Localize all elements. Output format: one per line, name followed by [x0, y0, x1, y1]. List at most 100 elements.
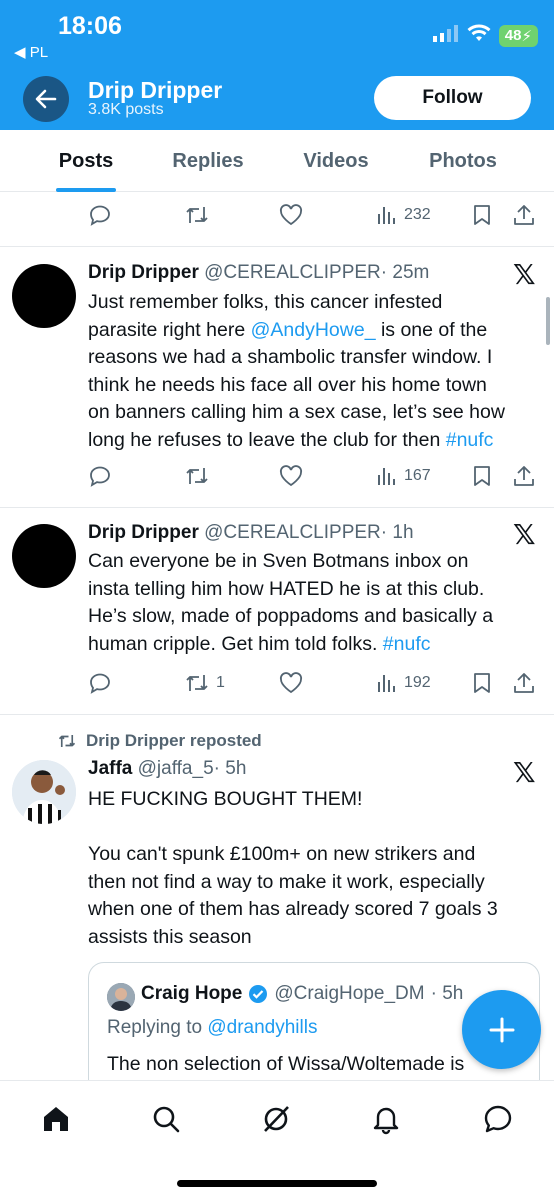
mention-link[interactable]: @drandyhills [207, 1017, 317, 1038]
compose-button[interactable] [462, 990, 541, 1069]
post-actions: 232 [0, 198, 554, 232]
nav-messages[interactable] [478, 1099, 518, 1139]
like-icon [279, 672, 303, 694]
nav-search[interactable] [146, 1099, 186, 1139]
avatar[interactable] [12, 264, 76, 328]
profile-name: Drip Dripper [88, 77, 223, 103]
hashtag-link[interactable]: #nufc [383, 633, 431, 655]
like-icon [279, 204, 303, 226]
text-segment: long he refuses to leave the club for th… [88, 428, 446, 451]
post-time: · 5h [430, 983, 464, 1004]
battery-indicator: 48 ⚡ [498, 24, 538, 47]
x-logo-icon: 𝕏 [513, 518, 536, 551]
like-icon [279, 465, 303, 487]
avatar[interactable] [12, 524, 76, 588]
text-line: think he needs his face all over his hom… [88, 373, 487, 396]
back-to-app-link[interactable]: ◀ PL [14, 43, 48, 61]
profile-header: 18:06 ◀ PL 48 ⚡ Drip Dripper 3.8K posts F… [0, 0, 554, 130]
bookmark-icon [474, 205, 490, 225]
reply-icon [90, 466, 110, 487]
author-name[interactable]: Craig Hope [141, 983, 242, 1005]
post-text: Can everyone be in Sven Botmans inbox on… [88, 548, 548, 658]
battery-level: 48 [504, 27, 522, 44]
reply-button[interactable] [88, 198, 112, 232]
hashtag-link[interactable]: #nufc [446, 429, 494, 451]
tab-posts[interactable]: Posts [52, 130, 120, 192]
avatar[interactable] [107, 983, 135, 1011]
bookmark-icon [474, 673, 490, 693]
quote-header: Craig Hope @CraigHope_DM · 5h [141, 983, 463, 1005]
bookmark-button[interactable] [472, 459, 492, 493]
replying-prefix: Replying to [107, 1017, 208, 1038]
text-line: Just remember folks, this cancer infeste… [88, 291, 443, 313]
mention-link[interactable]: @AndyHowe_ [251, 319, 376, 341]
like-button[interactable] [278, 459, 304, 493]
author-name[interactable]: Drip Dripper [88, 522, 199, 543]
text-line: assists this season [88, 925, 252, 948]
x-logo-icon: 𝕏 [513, 756, 536, 789]
home-indicator[interactable] [177, 1180, 377, 1187]
like-button[interactable] [278, 198, 304, 232]
repost-icon [186, 207, 208, 223]
text-line: insta telling him how HATED he is at thi… [88, 577, 485, 600]
status-time: 18:06 [58, 12, 122, 40]
author-handle[interactable]: @CraigHope_DM [274, 983, 424, 1005]
author-name[interactable]: Jaffa [88, 758, 132, 779]
post-count: 3.8K posts [88, 101, 164, 118]
back-arrow-icon [35, 89, 57, 109]
messages-icon [484, 1105, 512, 1133]
share-icon [514, 466, 534, 486]
text-line: long he refuses to leave the club for th… [88, 427, 548, 455]
person-photo-icon [107, 983, 135, 1011]
reply-button[interactable] [88, 666, 112, 700]
divider [0, 714, 554, 715]
repost-icon [186, 675, 208, 691]
repost-count: 1 [216, 674, 225, 691]
reply-button[interactable] [88, 459, 112, 493]
author-handle[interactable]: @jaffa_5 [138, 758, 214, 779]
post-header: Jaffa @jaffa_5· 5h [88, 758, 246, 780]
divider [0, 507, 554, 508]
follow-button[interactable]: Follow [374, 76, 531, 120]
avatar[interactable] [12, 760, 76, 824]
nav-grok[interactable] [256, 1099, 296, 1139]
repost-label[interactable]: Drip Dripper reposted [86, 731, 262, 751]
view-count: 232 [404, 206, 431, 223]
post-time: · 25m [380, 262, 430, 283]
repost-button[interactable] [184, 459, 210, 493]
share-button[interactable] [512, 198, 536, 232]
nav-home[interactable] [36, 1099, 76, 1139]
views-button[interactable]: 167 [376, 459, 431, 493]
compose-icon [489, 1017, 514, 1042]
views-button[interactable]: 232 [376, 198, 431, 232]
reply-icon [90, 205, 110, 226]
replying-to: Replying to @drandyhills [107, 1017, 317, 1039]
views-button[interactable]: 192 [376, 666, 431, 700]
text-line: You can't spunk £100m+ on new strikers a… [88, 843, 476, 866]
reply-icon [90, 673, 110, 694]
text-line: HE FUCKING BOUGHT THEM! [88, 788, 363, 810]
tab-photos[interactable]: Photos [422, 130, 504, 192]
views-icon [378, 468, 395, 485]
tab-videos[interactable]: Videos [296, 130, 376, 192]
text-segment: is one of the [375, 318, 488, 341]
share-button[interactable] [512, 666, 536, 700]
share-icon [514, 205, 534, 225]
tab-replies[interactable]: Replies [164, 130, 252, 192]
like-button[interactable] [278, 666, 304, 700]
text-line: Can everyone be in Sven Botmans inbox on [88, 550, 469, 572]
share-button[interactable] [512, 459, 536, 493]
post-header: Drip Dripper @CEREALCLIPPER· 1h [88, 522, 414, 544]
repost-button[interactable]: 1 [184, 666, 225, 700]
bookmark-button[interactable] [472, 666, 492, 700]
back-button[interactable] [23, 76, 69, 122]
author-handle[interactable]: @CEREALCLIPPER [204, 522, 381, 543]
view-count: 167 [404, 467, 431, 484]
nav-notifications[interactable] [366, 1099, 406, 1139]
views-icon [378, 207, 395, 224]
post-text: Just remember folks, this cancer infeste… [88, 289, 548, 455]
author-handle[interactable]: @CEREALCLIPPER [204, 262, 381, 283]
bookmark-button[interactable] [472, 198, 492, 232]
repost-button[interactable] [184, 198, 210, 232]
author-name[interactable]: Drip Dripper [88, 262, 199, 283]
